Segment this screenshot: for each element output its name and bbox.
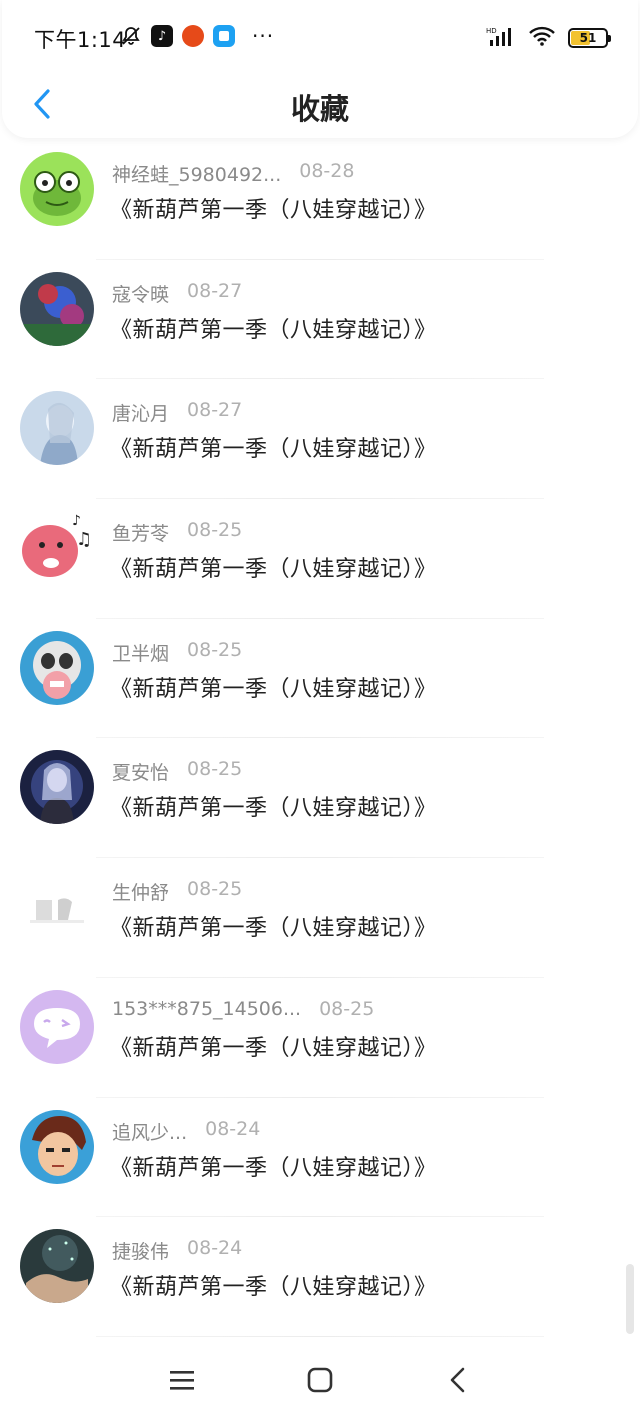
username: 鱼芳苓 [112, 523, 170, 546]
date: 08-25 [187, 519, 243, 542]
item-title: 《新葫芦第一季（八娃穿越记）》 [110, 796, 437, 822]
item-title: 《新葫芦第一季（八娃穿越记）》 [110, 317, 437, 343]
username: 追风少... [112, 1121, 188, 1144]
blue-app-icon [213, 25, 235, 47]
system-back-button[interactable] [438, 1360, 478, 1400]
item-title: 《新葫芦第一季（八娃穿越记）》 [110, 557, 437, 583]
item-title: 《新葫芦第一季（八娃穿越记）》 [110, 1155, 437, 1181]
more-notifications-icon: ··· [252, 24, 275, 48]
menu-button[interactable] [162, 1360, 202, 1400]
divider [96, 1335, 544, 1337]
list-item[interactable]: 捷骏伟 08-24 《新葫芦第一季（八娃穿越记）》 [0, 1217, 640, 1337]
date: 08-27 [187, 279, 243, 302]
status-right: HD 51 [486, 26, 611, 50]
item-title: 《新葫芦第一季（八娃穿越记）》 [110, 437, 437, 463]
list-item[interactable]: 神经蛙_5980492... 08-28 《新葫芦第一季（八娃穿越记）》 [0, 140, 640, 260]
status-time: 下午1:14 [34, 28, 127, 52]
item-title: 《新葫芦第一季（八娃穿越记）》 [110, 916, 437, 942]
username: 卫半烟 [112, 642, 170, 665]
avatar[interactable] [20, 271, 94, 346]
signal-icon: HD [486, 26, 516, 50]
username: 寇令暎 [112, 283, 170, 306]
orange-app-icon [182, 25, 204, 47]
item-title: 《新葫芦第一季（八娃穿越记）》 [110, 198, 437, 223]
wifi-icon [528, 26, 556, 50]
status-bar: 下午1:14 ♪ ··· HD 51 [2, 0, 638, 72]
avatar[interactable] [20, 391, 94, 466]
username: 夏安怡 [112, 762, 170, 785]
username: 捷骏伟 [112, 1241, 170, 1264]
list-item[interactable]: 生仲舒 08-25 《新葫芦第一季（八娃穿越记）》 [0, 858, 640, 978]
avatar[interactable] [20, 152, 94, 226]
home-button[interactable] [300, 1360, 340, 1400]
menu-icon [170, 1371, 194, 1390]
list-item[interactable]: ♪ ♫ 鱼芳苓 08-25 《新葫芦第一季（八娃穿越记）》 [0, 499, 640, 619]
username: 唐沁月 [112, 403, 170, 426]
item-title: 《新葫芦第一季（八娃穿越记）》 [110, 1275, 437, 1301]
date: 08-25 [187, 878, 243, 901]
list-item[interactable]: 寇令暎 08-27 《新葫芦第一季（八娃穿越记）》 [0, 260, 640, 380]
date: 08-28 [299, 160, 355, 182]
system-nav-bar [0, 1342, 640, 1422]
list-item[interactable]: 夏安怡 08-25 《新葫芦第一季（八娃穿越记）》 [0, 738, 640, 859]
bell-off-icon [120, 25, 142, 47]
page-title: 收藏 [290, 92, 349, 126]
header: 下午1:14 ♪ ··· HD 51 收藏 [2, 0, 638, 138]
avatar[interactable] [20, 630, 94, 705]
battery-indicator: 51 [568, 28, 611, 48]
avatar[interactable] [20, 870, 94, 945]
notification-icons: ♪ ··· [120, 24, 274, 48]
date: 08-25 [187, 758, 243, 781]
item-title: 《新葫芦第一季（八娃穿越记）》 [110, 1035, 437, 1061]
svg-text:HD: HD [486, 27, 497, 35]
date: 08-25 [187, 638, 243, 661]
home-icon [307, 1367, 333, 1393]
avatar[interactable] [20, 1229, 94, 1304]
list-item[interactable]: 追风少... 08-24 《新葫芦第一季（八娃穿越记）》 [0, 1098, 640, 1218]
username: 神经蛙_5980492... [112, 164, 282, 186]
list-item[interactable]: 卫半烟 08-25 《新葫芦第一季（八娃穿越记）》 [0, 619, 640, 739]
avatar[interactable] [20, 989, 94, 1064]
list-item[interactable]: 153***875_14506... 08-25 《新葫芦第一季（八娃穿越记）》 [0, 978, 640, 1098]
avatar[interactable] [20, 750, 94, 825]
tiktok-icon: ♪ [151, 25, 173, 47]
avatar[interactable] [20, 1109, 94, 1184]
username: 生仲舒 [112, 882, 170, 905]
svg-text:♪: ♪ [72, 513, 81, 529]
scrollbar-thumb[interactable] [626, 1264, 634, 1334]
avatar[interactable]: ♪ ♫ [20, 511, 94, 586]
back-arrow-icon [450, 1367, 465, 1393]
favorites-list: 神经蛙_5980492... 08-28 《新葫芦第一季（八娃穿越记）》 寇令暎… [0, 140, 640, 1337]
date: 08-24 [205, 1117, 261, 1140]
favorites-screen: 下午1:14 ♪ ··· HD 51 收藏 神经蛙_5980492... 08-… [0, 0, 640, 1422]
nav-bar: 收藏 [2, 72, 638, 136]
list-item[interactable]: 唐沁月 08-27 《新葫芦第一季（八娃穿越记）》 [0, 379, 640, 500]
date: 08-25 [319, 997, 375, 1020]
date: 08-27 [187, 399, 243, 422]
item-title: 《新葫芦第一季（八娃穿越记）》 [110, 676, 437, 702]
date: 08-24 [187, 1237, 243, 1260]
username: 153***875_14506... [112, 997, 302, 1020]
svg-text:♫: ♫ [76, 529, 92, 550]
